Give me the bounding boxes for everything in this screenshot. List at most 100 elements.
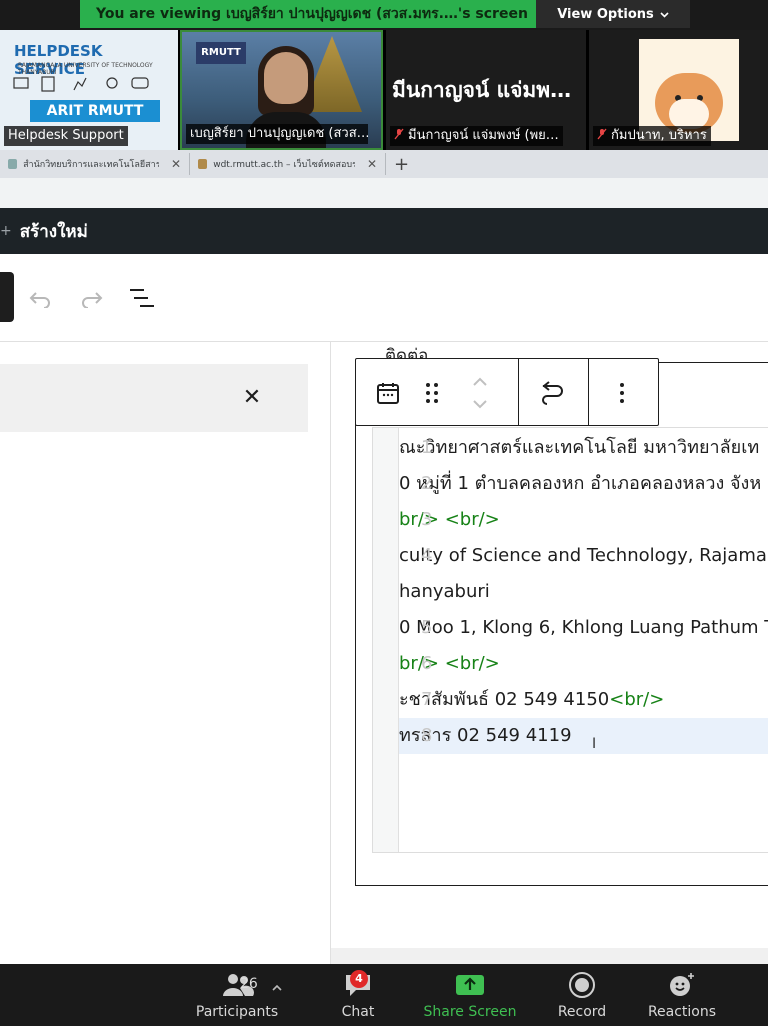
list-view-icon [130,289,154,307]
code-line[interactable]: ะชาสัมพันธ์ 02 549 4150<br/> 7 [399,682,768,718]
view-options-button[interactable]: View Options [536,0,690,28]
undo-button[interactable] [24,282,56,314]
participant-big-name: มีนกาญจน์ แจ่มพ… [392,78,572,102]
line-number: 6 [421,653,433,674]
block-type-button[interactable] [372,377,404,409]
line-number: 2 [421,473,433,494]
browser-tab[interactable]: wdt.rmutt.ac.th – เว็บไซต์ทดสอบระบ ✕ [190,153,386,175]
line-number: 5 [421,617,433,638]
reactions-button[interactable]: Reactions [646,970,718,1024]
chat-label: Chat [341,1004,375,1020]
code-line[interactable]: hanyaburi [399,574,768,610]
new-tab-button[interactable]: + [386,154,409,175]
line-number: 4 [421,545,433,566]
participant-name-label: มีนกาญจน์ แจ่มพงษ์ (พย… [390,126,563,146]
redo-button[interactable] [76,282,108,314]
participants-label: Participants [195,1004,279,1020]
participant-name-label: Helpdesk Support [4,126,128,146]
close-tab-icon[interactable]: ✕ [171,157,181,171]
line-text: ณะวิทยาศาสตร์และเทคโนโลยี มหาวิทยาลัยเท [399,437,760,458]
line-gutter [373,428,399,852]
new-content-link[interactable]: สร้างใหม่ [20,218,88,245]
undo-icon [29,292,50,308]
line-number: 1 [421,437,433,458]
inserter-toggle-button[interactable] [0,272,14,322]
block-toolbar [355,358,659,426]
browser-tab-bar: สำนักวิทยบริการและเทคโนโลยีสารสนเ ✕ wdt.… [0,150,768,178]
more-options-button[interactable] [606,377,638,409]
line-text: 0 หมู่ที่ 1 ตำบลคลองหก อำเภอคลองหลวง จัง… [399,473,762,494]
code-line[interactable]: culty of Science and Technology, Rajaman… [399,538,768,574]
block-search-input[interactable]: ✕ [0,364,308,432]
record-button[interactable]: Record [552,970,612,1024]
zoom-window: You are viewing เบญสิร์ยา ปานปุญญเดช (สว… [0,0,768,1026]
code-line[interactable]: 0 หมู่ที่ 1 ตำบลคลองหก อำเภอคลองหลวง จัง… [399,466,768,502]
redo-icon [82,292,103,308]
video-tile-avatar[interactable]: กัมปนาท, บริหาร [589,30,768,150]
screen-share-banner: You are viewing เบญสิร์ยา ปานปุญญเดช (สว… [80,0,690,28]
line-tag: br/> <br/> [399,509,500,530]
presenter-face [264,52,308,104]
code-editor[interactable]: ณะวิทยาศาสตร์และเทคโนโลยี มหาวิทยาลัยเท … [372,427,768,853]
chevron-up-down-icon [473,377,487,409]
participant-name: มีนกาญจน์ แจ่มพงษ์ (พย… [408,128,559,143]
reactions-icon [668,970,696,1000]
viewing-screen-text: You are viewing เบญสิร์ยา ปานปุญญเดช (สว… [80,0,536,28]
code-line[interactable]: 0 Moo 1, Klong 6, Khlong Luang Pathum Th… [399,610,768,646]
zoom-control-bar: 26 Participants 4 Chat Share Screen Reco… [0,964,768,1026]
toolbar-divider [518,359,519,425]
rmutt-logo: RMUTT [196,42,246,64]
chat-badge: 4 [350,970,368,988]
plus-icon: + [0,223,12,239]
transform-button[interactable] [536,377,568,409]
record-icon [568,970,596,1000]
browser-tab[interactable]: สำนักวิทยบริการและเทคโนโลยีสารสนเ ✕ [0,153,190,175]
participants-count: 26 [240,976,258,992]
participants-button[interactable]: 26 Participants [182,970,292,1024]
code-line[interactable]: br/> <br/> 6 [399,646,768,682]
view-options-label: View Options [557,6,654,22]
share-screen-button[interactable]: Share Screen [420,970,520,1024]
move-buttons[interactable] [464,377,496,409]
presenter-name: เบญสิร์ยา ปานปุญญเดช (สวส… [190,126,368,141]
inserter-sidebar: ✕ [0,342,331,964]
tab-title: wdt.rmutt.ac.th – เว็บไซต์ทดสอบระบ [213,160,355,170]
line-tag: <br/> [609,689,665,710]
helpdesk-icons [13,76,149,92]
code-line[interactable]: ณะวิทยาศาสตร์และเทคโนโลยี มหาวิทยาลัยเท … [399,430,768,466]
share-screen-icon [455,970,485,1000]
chevron-up-icon[interactable] [272,980,282,994]
document-overview-button[interactable] [126,282,158,314]
editor-canvas: ติดต่อ ณะวิทยาศาสตร์และเทคโนโลยี มหาวิทย… [331,342,768,964]
mic-muted-icon [394,126,404,146]
calendar-icon [377,383,399,404]
text-cursor-icon: Ι [592,736,597,752]
more-vertical-icon [620,383,624,403]
transform-icon [542,381,563,405]
video-tile-presenter[interactable]: RMUTT เบญสิร์ยา ปานปุญญเดช (สวส… [180,30,383,150]
code-line[interactable]: br/> <br/> 3 [399,502,768,538]
participant-name-label: เบญสิร์ยา ปานปุญญเดช (สวส… [186,124,368,144]
toolbar-divider [588,359,589,425]
record-label: Record [557,1004,607,1020]
editor-toolbar [0,254,768,342]
favicon-icon [198,159,208,169]
chat-button[interactable]: 4 Chat [328,970,388,1024]
tab-title: สำนักวิทยบริการและเทคโนโลยีสารสนเ [23,160,159,170]
html-block-frame[interactable]: ณะวิทยาศาสตร์และเทคโนโลยี มหาวิทยาลัยเท … [355,362,768,886]
line-number: 7 [421,689,433,710]
line-text: 0 Moo 1, Klong 6, Khlong Luang Pathum Th [399,617,768,638]
bear-muzzle [669,99,709,129]
mic-muted-icon [597,126,607,146]
drag-handle[interactable] [416,377,448,409]
close-tab-icon[interactable]: ✕ [367,157,377,171]
video-tile-helpdesk[interactable]: HELPDESK SERVICE RAJAMANGALA UNIVERSITY … [0,30,178,150]
code-line-active[interactable]: ทรสาร 02 549 4119 8 [399,718,768,754]
participant-name-label: กัมปนาท, บริหาร [593,126,711,146]
wp-admin-bar: + สร้างใหม่ [0,208,768,254]
close-icon[interactable]: ✕ [240,386,264,410]
line-number: 3 [421,509,433,530]
helpdesk-name: Helpdesk Support [8,128,124,143]
video-strip: HELPDESK SERVICE RAJAMANGALA UNIVERSITY … [0,30,768,150]
video-tile-name-only[interactable]: มีนกาญจน์ แจ่มพ… มีนกาญจน์ แจ่มพงษ์ (พย… [386,30,586,150]
